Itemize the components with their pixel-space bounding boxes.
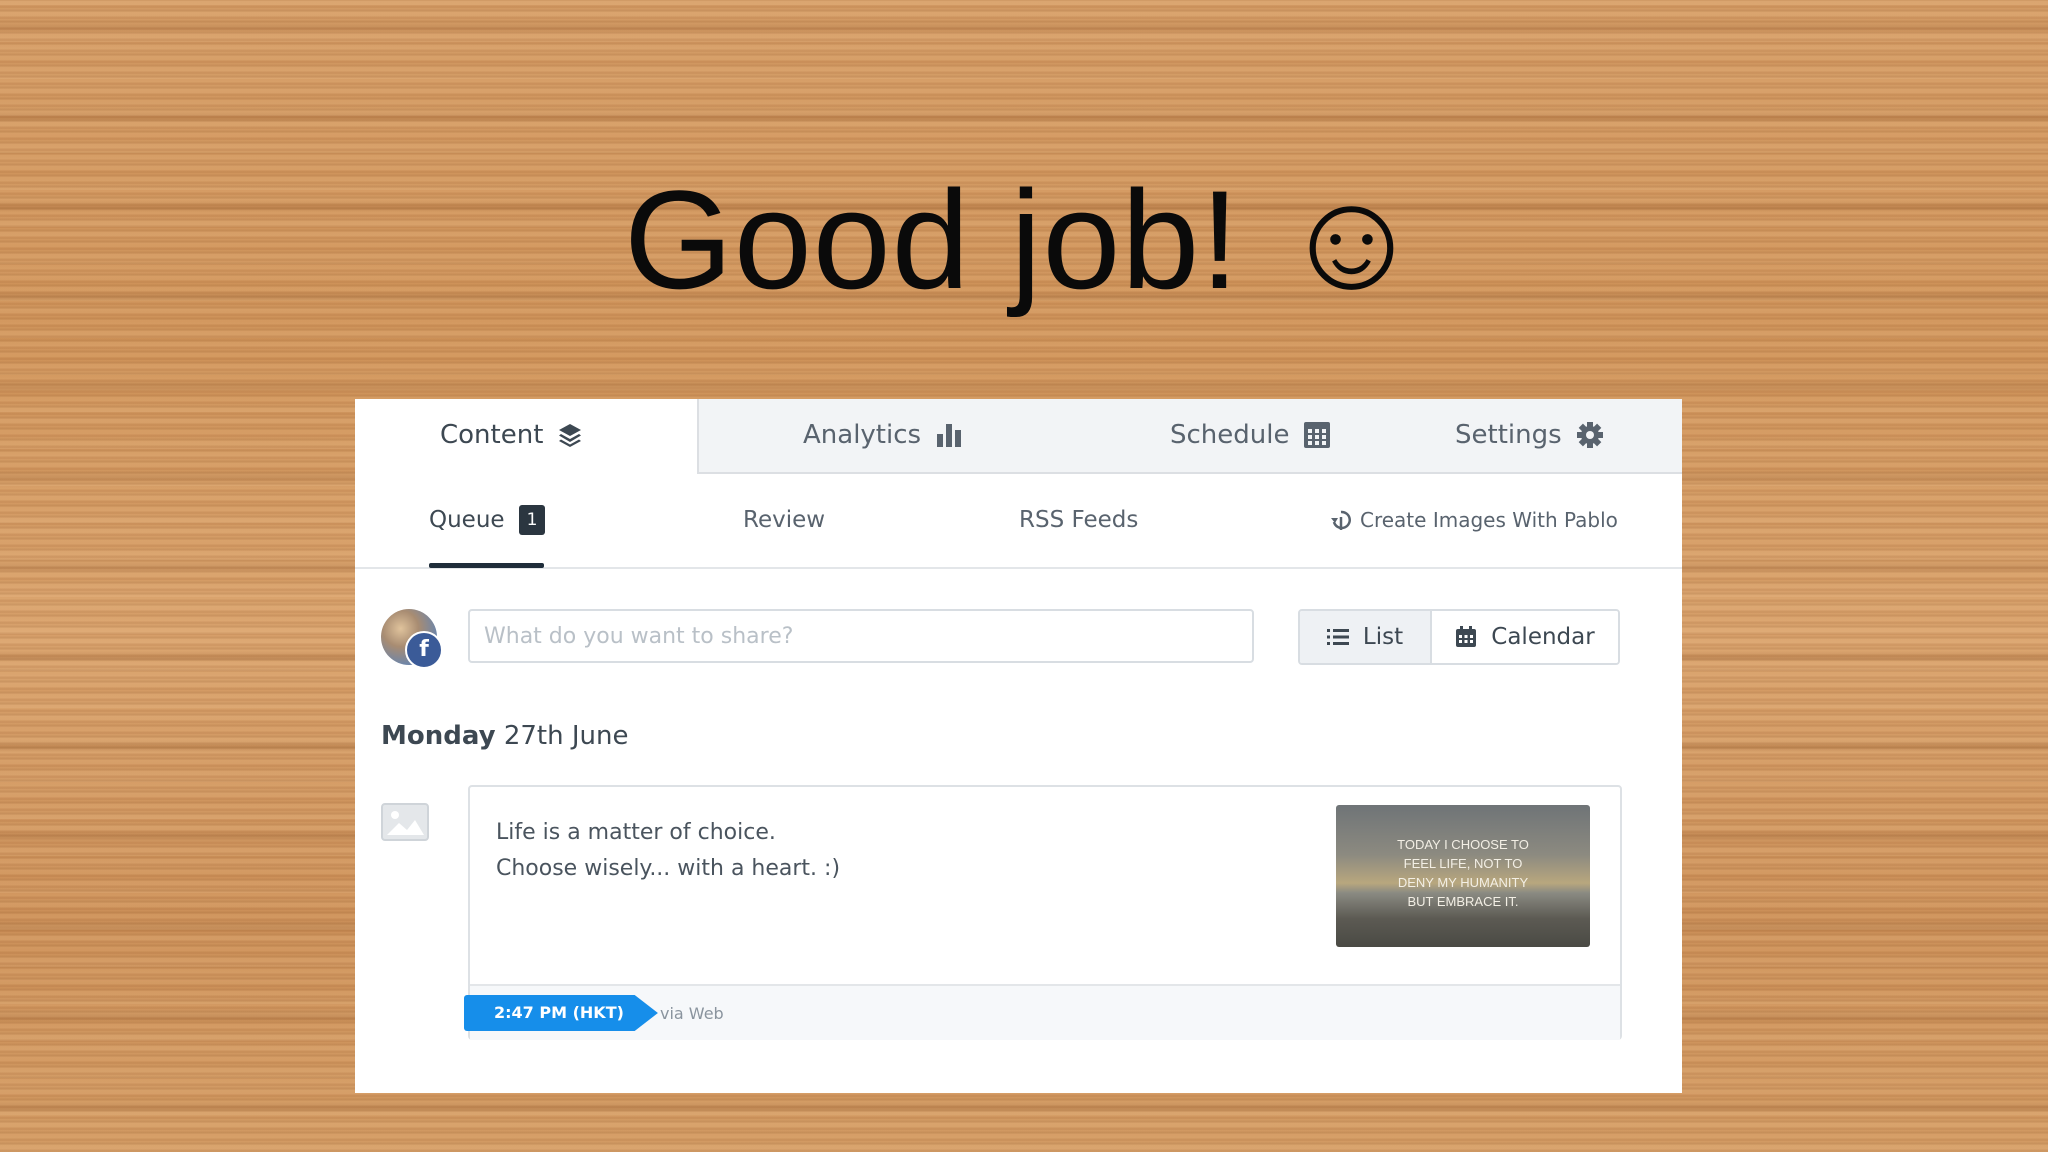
image-quote-line: FEEL LIFE, NOT TO (1403, 856, 1523, 871)
post-footer: 2:47 PM (HKT) via Web (464, 984, 1620, 1040)
pablo-label: Create Images With Pablo (1360, 508, 1618, 532)
facebook-icon: f (405, 631, 443, 669)
day-name: Monday (381, 721, 496, 751)
pablo-icon (1331, 510, 1351, 530)
scheduled-time-badge[interactable]: 2:47 PM (HKT) (464, 995, 658, 1031)
layers-icon (559, 424, 582, 447)
tab-analytics-label: Analytics (803, 420, 922, 450)
bar-chart-icon (937, 424, 962, 447)
subtab-queue[interactable]: Queue 1 (429, 473, 546, 568)
calendar-view-button[interactable]: Calendar (1432, 611, 1618, 663)
share-input[interactable] (468, 609, 1254, 663)
active-tab-underline (429, 563, 544, 568)
tab-schedule-label: Schedule (1170, 420, 1290, 450)
create-images-pablo-link[interactable]: Create Images With Pablo (1330, 473, 1618, 567)
post-text: Life is a matter of choice. Choose wisel… (496, 815, 840, 887)
post-line: Life is a matter of choice. (496, 820, 776, 845)
image-quote-line: DENY MY HUMANITY (1397, 875, 1529, 890)
queued-post-card[interactable]: Life is a matter of choice. Choose wisel… (464, 785, 1622, 1040)
gear-icon (1576, 422, 1603, 448)
post-line: Choose wisely... with a heart. :) (496, 856, 841, 881)
calendar-view-label: Calendar (1491, 624, 1595, 650)
subtab-review[interactable]: Review (743, 473, 825, 567)
list-icon (1326, 629, 1349, 645)
subtab-queue-label: Queue (429, 507, 505, 533)
slide-title: Good job! ☺ (624, 161, 1424, 318)
subtab-rss-label: RSS Feeds (1019, 507, 1139, 533)
app-panel: Content Analytics Schedule Settings Queu… (355, 399, 1682, 1093)
sub-nav: Queue 1 Review RSS Feeds Create Images W… (355, 473, 1682, 569)
image-quote-line: TODAY I CHOOSE TO (1397, 837, 1529, 852)
tab-content-label: Content (440, 420, 544, 450)
image-quote: TODAY I CHOOSE TO FEEL LIFE, NOT TO DENY… (1336, 835, 1590, 911)
tab-settings[interactable]: Settings (1455, 399, 1604, 471)
top-nav: Content Analytics Schedule Settings (355, 399, 1682, 474)
calendar-grid-icon (1304, 422, 1331, 448)
image-quote-line: BUT EMBRACE IT. (1407, 894, 1519, 909)
list-view-button[interactable]: List (1300, 611, 1432, 663)
post-image-thumbnail[interactable]: TODAY I CHOOSE TO FEEL LIFE, NOT TO DENY… (1336, 805, 1590, 947)
tab-schedule[interactable]: Schedule (1170, 399, 1331, 471)
list-view-label: List (1362, 624, 1404, 650)
calendar-icon (1456, 626, 1477, 647)
tab-analytics[interactable]: Analytics (803, 399, 963, 471)
queue-count-badge: 1 (518, 505, 546, 535)
day-date: 27th June (503, 721, 629, 751)
tab-content[interactable]: Content (440, 399, 583, 471)
image-post-icon (381, 803, 429, 841)
subtab-review-label: Review (743, 507, 826, 533)
view-toggle: List Calendar (1298, 609, 1620, 665)
tab-settings-label: Settings (1455, 420, 1562, 450)
post-source: via Web (660, 1004, 724, 1023)
subtab-rss-feeds[interactable]: RSS Feeds (1019, 473, 1138, 567)
day-heading: Monday 27th June (381, 721, 628, 751)
